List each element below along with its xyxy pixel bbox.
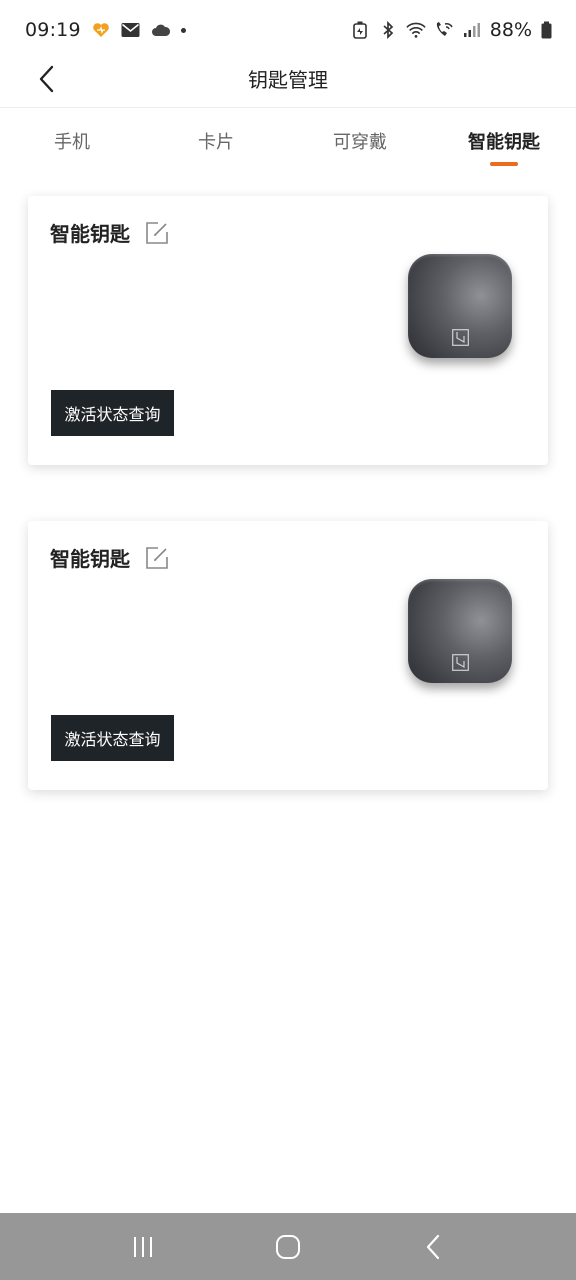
key-logo-icon	[452, 329, 469, 346]
edit-icon	[146, 221, 168, 244]
status-time: 09:19	[25, 19, 81, 41]
edit-icon	[146, 546, 168, 569]
edit-button[interactable]	[144, 545, 170, 571]
home-icon	[275, 1234, 300, 1259]
card-title: 智能钥匙	[50, 222, 130, 246]
page-title: 钥匙管理	[248, 68, 328, 92]
bluetooth-icon	[378, 20, 398, 40]
card-title-row: 智能钥匙	[50, 218, 170, 247]
heart-icon	[91, 20, 111, 40]
smart-key-card: 智能钥匙 激活状态查询	[28, 521, 548, 790]
system-nav-bar	[0, 1213, 576, 1280]
call-wifi-icon	[434, 20, 454, 40]
tab-label: 手机	[54, 132, 90, 153]
key-device-image	[408, 254, 512, 358]
activation-status-button[interactable]: 激活状态查询	[51, 390, 174, 436]
edit-button[interactable]	[144, 220, 170, 246]
battery-percent: 88%	[489, 19, 532, 41]
battery-saver-icon	[350, 20, 370, 40]
key-logo-icon	[452, 654, 469, 671]
battery-icon	[540, 20, 552, 40]
title-bar: 钥匙管理	[0, 50, 576, 108]
tab-smart-key[interactable]: 智能钥匙	[432, 110, 576, 170]
key-device-image	[408, 579, 512, 683]
recent-apps-button[interactable]	[113, 1222, 173, 1272]
card-title: 智能钥匙	[50, 547, 130, 571]
wifi-icon	[406, 20, 426, 40]
tab-label: 卡片	[198, 132, 234, 153]
tab-label: 智能钥匙	[468, 132, 540, 153]
home-button[interactable]	[258, 1222, 318, 1272]
tab-wearable[interactable]: 可穿戴	[288, 110, 432, 170]
dot-icon	[180, 27, 186, 33]
tab-phone[interactable]: 手机	[0, 110, 144, 170]
status-right: 88%	[350, 19, 552, 41]
cloud-icon	[151, 20, 171, 40]
signal-icon	[462, 20, 482, 40]
nav-back-button[interactable]	[403, 1222, 463, 1272]
tab-bar: 手机 卡片 可穿戴 智能钥匙	[0, 110, 576, 170]
status-left: 09:19	[25, 19, 186, 41]
mail-icon	[121, 20, 141, 40]
recent-apps-icon	[133, 1236, 152, 1257]
tab-label: 可穿戴	[333, 132, 387, 153]
back-icon	[427, 1234, 440, 1259]
activation-status-button[interactable]: 激活状态查询	[51, 715, 174, 761]
tab-card[interactable]: 卡片	[144, 110, 288, 170]
card-title-row: 智能钥匙	[50, 543, 170, 572]
active-tab-indicator	[490, 162, 518, 166]
smart-key-card: 智能钥匙 激活状态查询	[28, 196, 548, 465]
